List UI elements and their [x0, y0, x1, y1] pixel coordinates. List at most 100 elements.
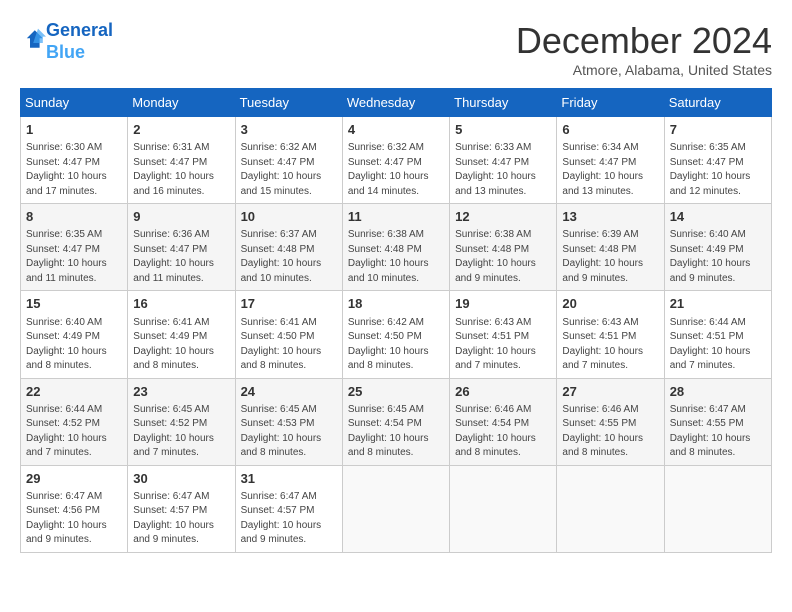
calendar-cell: 19Sunrise: 6:43 AMSunset: 4:51 PMDayligh…	[450, 291, 557, 378]
calendar-cell: 10 Sunrise: 6:37 AMSunset: 4:48 PMDayligh…	[235, 204, 342, 291]
day-info: Sunrise: 6:46 AMSunset: 4:55 PMDaylight:…	[562, 403, 658, 461]
day-number: 26	[455, 383, 551, 401]
day-info: Sunrise: 6:36 AMSunset: 4:47 PMDaylight:…	[133, 228, 229, 286]
day-number: 25	[348, 383, 444, 401]
calendar-cell: 31 Sunrise: 6:47 AMSunset: 4:57 PMDayligh…	[235, 465, 342, 552]
calendar-cell: 9 Sunrise: 6:36 AMSunset: 4:47 PMDaylight…	[128, 204, 235, 291]
day-number: 6	[562, 121, 658, 139]
calendar-cell: 23 Sunrise: 6:45 AMSunset: 4:52 PMDayligh…	[128, 378, 235, 465]
day-number: 15	[26, 295, 122, 313]
header-friday: Friday	[557, 89, 664, 117]
day-number: 3	[241, 121, 337, 139]
month-title: December 2024	[516, 20, 772, 62]
title-area: December 2024 Atmore, Alabama, United St…	[516, 20, 772, 78]
location: Atmore, Alabama, United States	[516, 62, 772, 78]
day-info: Sunrise: 6:34 AMSunset: 4:47 PMDaylight:…	[562, 141, 658, 199]
calendar-cell: 13 Sunrise: 6:39 AMSunset: 4:48 PMDayligh…	[557, 204, 664, 291]
header-tuesday: Tuesday	[235, 89, 342, 117]
day-number: 24	[241, 383, 337, 401]
day-number: 14	[670, 208, 766, 226]
day-number: 13	[562, 208, 658, 226]
day-info: Sunrise: 6:47 AMSunset: 4:56 PMDaylight:…	[26, 490, 122, 548]
calendar-cell: 6 Sunrise: 6:34 AMSunset: 4:47 PMDaylight…	[557, 117, 664, 204]
calendar-cell: 26 Sunrise: 6:46 AMSunset: 4:54 PMDayligh…	[450, 378, 557, 465]
day-number: 10	[241, 208, 337, 226]
day-info: Sunrise: 6:43 AMSunset: 4:51 PMDaylight:…	[562, 316, 658, 374]
day-info: Sunrise: 6:46 AMSunset: 4:54 PMDaylight:…	[455, 403, 551, 461]
day-number: 31	[241, 470, 337, 488]
calendar-week-row: 29Sunrise: 6:47 AMSunset: 4:56 PMDayligh…	[21, 465, 772, 552]
day-info: Sunrise: 6:30 AMSunset: 4:47 PMDaylight:…	[26, 141, 122, 199]
day-info: Sunrise: 6:44 AMSunset: 4:52 PMDaylight:…	[26, 403, 122, 461]
header-monday: Monday	[128, 89, 235, 117]
calendar-cell: 30Sunrise: 6:47 AMSunset: 4:57 PMDayligh…	[128, 465, 235, 552]
day-info: Sunrise: 6:45 AMSunset: 4:52 PMDaylight:…	[133, 403, 229, 461]
header-wednesday: Wednesday	[342, 89, 449, 117]
calendar-cell: 12 Sunrise: 6:38 AMSunset: 4:48 PMDayligh…	[450, 204, 557, 291]
day-info: Sunrise: 6:32 AMSunset: 4:47 PMDaylight:…	[241, 141, 337, 199]
page-header: General Blue December 2024 Atmore, Alaba…	[20, 20, 772, 78]
day-info: Sunrise: 6:47 AMSunset: 4:55 PMDaylight:…	[670, 403, 766, 461]
day-info: Sunrise: 6:40 AMSunset: 4:49 PMDaylight:…	[670, 228, 766, 286]
day-number: 8	[26, 208, 122, 226]
day-number: 9	[133, 208, 229, 226]
day-info: Sunrise: 6:37 AMSunset: 4:48 PMDaylight:…	[241, 228, 337, 286]
calendar-cell: 28 Sunrise: 6:47 AMSunset: 4:55 PMDayligh…	[664, 378, 771, 465]
day-info: Sunrise: 6:41 AMSunset: 4:50 PMDaylight:…	[241, 316, 337, 374]
day-number: 18	[348, 295, 444, 313]
day-info: Sunrise: 6:43 AMSunset: 4:51 PMDaylight:…	[455, 316, 551, 374]
calendar-cell	[342, 465, 449, 552]
day-info: Sunrise: 6:38 AMSunset: 4:48 PMDaylight:…	[455, 228, 551, 286]
day-number: 20	[562, 295, 658, 313]
day-number: 5	[455, 121, 551, 139]
calendar-cell: 16Sunrise: 6:41 AMSunset: 4:49 PMDayligh…	[128, 291, 235, 378]
calendar-cell: 1 Sunrise: 6:30 AMSunset: 4:47 PMDaylight…	[21, 117, 128, 204]
day-info: Sunrise: 6:44 AMSunset: 4:51 PMDaylight:…	[670, 316, 766, 374]
calendar-cell: 5 Sunrise: 6:33 AMSunset: 4:47 PMDaylight…	[450, 117, 557, 204]
day-info: Sunrise: 6:45 AMSunset: 4:54 PMDaylight:…	[348, 403, 444, 461]
day-info: Sunrise: 6:31 AMSunset: 4:47 PMDaylight:…	[133, 141, 229, 199]
calendar-header-row: SundayMondayTuesdayWednesdayThursdayFrid…	[21, 89, 772, 117]
calendar-cell: 21 Sunrise: 6:44 AMSunset: 4:51 PMDayligh…	[664, 291, 771, 378]
header-saturday: Saturday	[664, 89, 771, 117]
calendar-cell: 8Sunrise: 6:35 AMSunset: 4:47 PMDaylight…	[21, 204, 128, 291]
calendar-week-row: 1 Sunrise: 6:30 AMSunset: 4:47 PMDaylight…	[21, 117, 772, 204]
calendar-cell: 2 Sunrise: 6:31 AMSunset: 4:47 PMDaylight…	[128, 117, 235, 204]
header-sunday: Sunday	[21, 89, 128, 117]
day-info: Sunrise: 6:40 AMSunset: 4:49 PMDaylight:…	[26, 316, 122, 374]
calendar-cell: 25 Sunrise: 6:45 AMSunset: 4:54 PMDayligh…	[342, 378, 449, 465]
day-info: Sunrise: 6:38 AMSunset: 4:48 PMDaylight:…	[348, 228, 444, 286]
day-info: Sunrise: 6:32 AMSunset: 4:47 PMDaylight:…	[348, 141, 444, 199]
header-thursday: Thursday	[450, 89, 557, 117]
day-number: 27	[562, 383, 658, 401]
calendar-week-row: 15 Sunrise: 6:40 AMSunset: 4:49 PMDayligh…	[21, 291, 772, 378]
calendar-cell	[664, 465, 771, 552]
day-number: 2	[133, 121, 229, 139]
calendar-cell: 22Sunrise: 6:44 AMSunset: 4:52 PMDayligh…	[21, 378, 128, 465]
day-number: 12	[455, 208, 551, 226]
calendar-cell	[557, 465, 664, 552]
day-info: Sunrise: 6:47 AMSunset: 4:57 PMDaylight:…	[241, 490, 337, 548]
calendar-cell: 4 Sunrise: 6:32 AMSunset: 4:47 PMDaylight…	[342, 117, 449, 204]
day-number: 23	[133, 383, 229, 401]
calendar-cell: 27 Sunrise: 6:46 AMSunset: 4:55 PMDayligh…	[557, 378, 664, 465]
calendar-cell: 15 Sunrise: 6:40 AMSunset: 4:49 PMDayligh…	[21, 291, 128, 378]
day-number: 4	[348, 121, 444, 139]
logo: General Blue	[20, 20, 113, 63]
logo-text: General Blue	[46, 20, 113, 63]
calendar-cell: 7Sunrise: 6:35 AMSunset: 4:47 PMDaylight…	[664, 117, 771, 204]
calendar-cell: 18 Sunrise: 6:42 AMSunset: 4:50 PMDayligh…	[342, 291, 449, 378]
calendar-cell: 3 Sunrise: 6:32 AMSunset: 4:47 PMDaylight…	[235, 117, 342, 204]
day-info: Sunrise: 6:33 AMSunset: 4:47 PMDaylight:…	[455, 141, 551, 199]
logo-icon	[22, 27, 46, 51]
day-info: Sunrise: 6:39 AMSunset: 4:48 PMDaylight:…	[562, 228, 658, 286]
calendar-cell: 11 Sunrise: 6:38 AMSunset: 4:48 PMDayligh…	[342, 204, 449, 291]
calendar-cell: 29Sunrise: 6:47 AMSunset: 4:56 PMDayligh…	[21, 465, 128, 552]
day-info: Sunrise: 6:42 AMSunset: 4:50 PMDaylight:…	[348, 316, 444, 374]
day-number: 30	[133, 470, 229, 488]
day-number: 1	[26, 121, 122, 139]
calendar-cell: 17Sunrise: 6:41 AMSunset: 4:50 PMDayligh…	[235, 291, 342, 378]
day-number: 28	[670, 383, 766, 401]
day-number: 21	[670, 295, 766, 313]
day-number: 11	[348, 208, 444, 226]
